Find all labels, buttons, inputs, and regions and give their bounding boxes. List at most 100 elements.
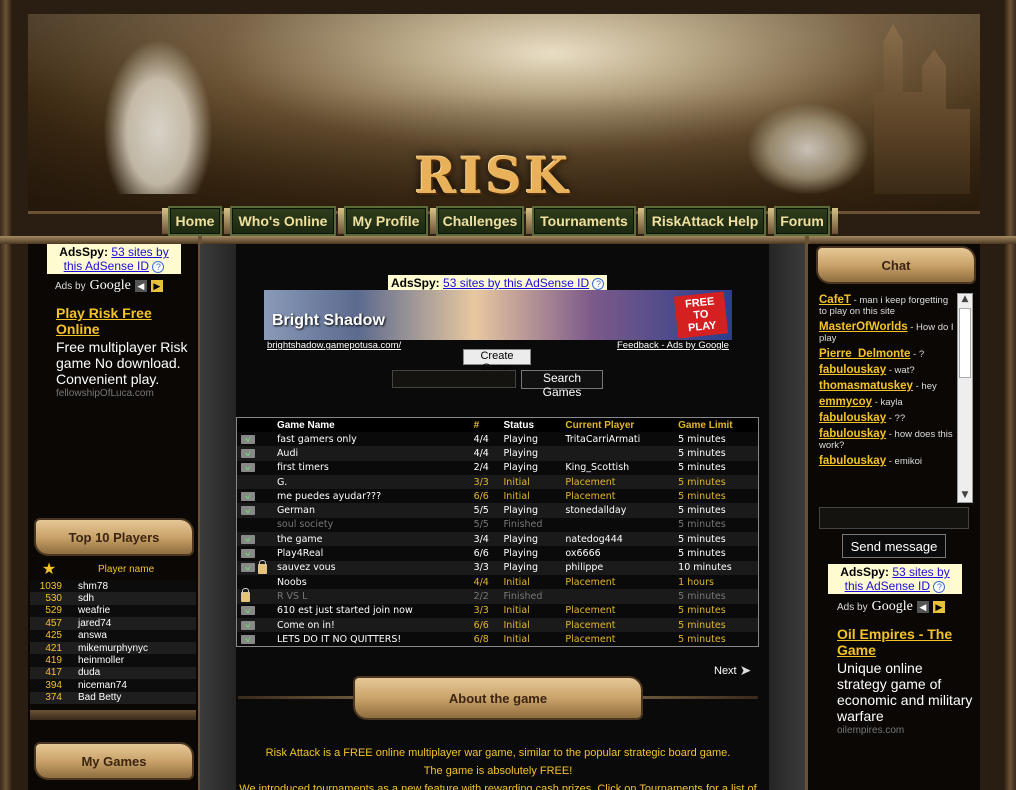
- player-name[interactable]: mikemurphynyc: [68, 643, 148, 654]
- nav-whos-online[interactable]: Who's Online: [230, 206, 336, 236]
- feedback-link[interactable]: Feedback - Ads by Google: [617, 340, 729, 351]
- join-game-icon[interactable]: [241, 549, 255, 559]
- game-name[interactable]: Noobs: [277, 577, 474, 588]
- chat-username[interactable]: emmycoy: [819, 396, 872, 408]
- join-game-icon[interactable]: [241, 606, 255, 616]
- scroll-up-icon[interactable]: ▲: [958, 294, 972, 306]
- left-ad-url[interactable]: fellowshipOfLuca.com: [56, 388, 194, 399]
- join-game-icon[interactable]: [241, 506, 255, 516]
- game-row[interactable]: 610 est just started join now 3/3 Initial P…: [237, 603, 758, 618]
- player-name[interactable]: sdh: [68, 593, 94, 604]
- bright-shadow-banner-ad[interactable]: Bright Shadow FREE TO PLAY: [264, 290, 732, 340]
- game-row[interactable]: Come on in! 6/6 Initial Placement 5 minutes: [237, 617, 758, 633]
- player-name[interactable]: shm78: [68, 581, 108, 592]
- chat-input[interactable]: [819, 507, 969, 529]
- adsspy-link[interactable]: 53 sites by this AdSense ID: [443, 276, 589, 290]
- join-game-icon[interactable]: [241, 620, 255, 630]
- game-name[interactable]: me puedes ayudar???: [277, 491, 474, 502]
- chat-username[interactable]: fabulouskay: [819, 364, 886, 376]
- player-name[interactable]: heinmoller: [68, 655, 124, 666]
- create-game-button[interactable]: Create Game: [463, 349, 531, 374]
- game-name[interactable]: fast gamers only: [277, 434, 474, 445]
- game-row[interactable]: the game 3/4 Playing natedog444 5 minutes: [237, 532, 758, 547]
- game-name[interactable]: sauvez vous: [277, 562, 474, 573]
- chat-username[interactable]: Pierre_Delmonte: [819, 348, 910, 360]
- game-row[interactable]: R VS L 2/2 Finished 5 minutes: [237, 588, 758, 604]
- next-arrow-icon[interactable]: ▶: [932, 601, 945, 613]
- join-game-icon[interactable]: [241, 448, 255, 458]
- player-name[interactable]: answa: [68, 630, 107, 641]
- game-name[interactable]: 610 est just started join now: [277, 605, 474, 616]
- google-logo[interactable]: Google: [872, 599, 913, 615]
- center-ad-url[interactable]: brightshadow.gamepotusa.com/: [267, 340, 401, 351]
- info-icon[interactable]: ?: [933, 581, 946, 593]
- join-game-icon[interactable]: [241, 534, 255, 544]
- chat-scrollbar[interactable]: ▲ ▼: [957, 293, 973, 503]
- game-name[interactable]: R VS L: [277, 591, 474, 602]
- chat-username[interactable]: CafeT: [819, 294, 851, 306]
- game-name[interactable]: Play4Real: [277, 548, 474, 559]
- game-row[interactable]: fast gamers only 4/4 Playing TritaCarriArma…: [237, 432, 758, 447]
- chat-username[interactable]: MasterOfWorlds: [819, 321, 908, 333]
- game-row[interactable]: first timers 2/4 Playing King_Scottish 5 min…: [237, 460, 758, 475]
- game-name[interactable]: German: [277, 505, 474, 516]
- game-row[interactable]: Noobs 4/4 Initial Placement 1 hours: [237, 574, 758, 590]
- join-game-icon[interactable]: [241, 463, 255, 473]
- join-game-icon[interactable]: [241, 434, 255, 444]
- game-name[interactable]: soul society: [277, 519, 474, 530]
- chat-username[interactable]: fabulouskay: [819, 412, 886, 424]
- game-row[interactable]: Play4Real 6/6 Playing ox6666 5 minutes: [237, 546, 758, 561]
- join-game-icon[interactable]: [241, 634, 255, 644]
- info-icon[interactable]: ?: [592, 278, 605, 290]
- nav-forum[interactable]: Forum: [774, 206, 830, 236]
- game-name[interactable]: LETS DO IT NO QUITTERS!: [277, 634, 474, 645]
- player-name[interactable]: Bad Betty: [68, 692, 121, 703]
- player-name[interactable]: duda: [68, 667, 100, 678]
- nav-riskattack-help[interactable]: RiskAttack Help: [644, 206, 766, 236]
- prev-arrow-icon[interactable]: ◀: [916, 601, 929, 613]
- nav-challenges[interactable]: Challenges: [436, 206, 524, 236]
- my-games-title[interactable]: My Games: [36, 744, 192, 778]
- game-name[interactable]: the game: [277, 534, 474, 545]
- player-name[interactable]: weafrie: [68, 605, 110, 616]
- prev-arrow-icon[interactable]: ◀: [134, 280, 147, 292]
- game-row[interactable]: soul society 5/5 Finished 5 minutes: [237, 517, 758, 533]
- game-row[interactable]: G. 3/3 Initial Placement 5 minutes: [237, 474, 758, 490]
- game-name-header[interactable]: Game Name: [277, 420, 474, 431]
- game-row[interactable]: German 5/5 Playing stonedallday 5 minutes: [237, 503, 758, 518]
- game-limit-header[interactable]: Game Limit: [678, 420, 758, 431]
- game-name[interactable]: first timers: [277, 462, 474, 473]
- status-header[interactable]: Status: [504, 420, 566, 431]
- game-row[interactable]: Audi 4/4 Playing 5 minutes: [237, 446, 758, 461]
- google-logo[interactable]: Google: [90, 278, 131, 294]
- join-game-icon[interactable]: [241, 491, 255, 501]
- info-icon[interactable]: ?: [152, 261, 165, 273]
- nav-my-profile[interactable]: My Profile: [344, 206, 428, 236]
- game-row[interactable]: LETS DO IT NO QUITTERS! 6/8 Initial Placeme…: [237, 632, 758, 647]
- game-name[interactable]: G.: [277, 477, 474, 488]
- player-name[interactable]: niceman74: [68, 680, 127, 691]
- game-row[interactable]: sauvez vous 3/3 Playing philippe 10 minutes: [237, 559, 758, 575]
- search-games-button[interactable]: Search Games: [521, 370, 603, 399]
- current-player-header[interactable]: Current Player: [565, 420, 678, 431]
- player-name[interactable]: jared74: [68, 618, 111, 629]
- join-game-icon[interactable]: [241, 563, 255, 573]
- chat-username[interactable]: thomasmatuskey: [819, 380, 913, 392]
- count-header[interactable]: #: [474, 420, 504, 431]
- left-ad-title[interactable]: Play Risk Free Online: [56, 305, 194, 337]
- search-games-input[interactable]: [392, 370, 516, 388]
- nav-home[interactable]: Home: [168, 206, 222, 236]
- scroll-down-icon[interactable]: ▼: [958, 490, 972, 502]
- send-message-button[interactable]: Send message: [842, 534, 946, 558]
- chat-username[interactable]: fabulouskay: [819, 455, 886, 467]
- game-row[interactable]: me puedes ayudar??? 6/6 Initial Placement 5 …: [237, 489, 758, 504]
- game-name[interactable]: Come on in!: [277, 620, 474, 631]
- game-name[interactable]: Audi: [277, 448, 474, 459]
- right-ad-url[interactable]: oilempires.com: [837, 725, 973, 736]
- next-page-link[interactable]: Next ➤: [714, 662, 751, 679]
- right-ad-title[interactable]: Oil Empires - The Game: [837, 626, 973, 658]
- next-arrow-icon[interactable]: ▶: [150, 280, 163, 292]
- scroll-thumb[interactable]: [959, 308, 971, 378]
- nav-tournaments[interactable]: Tournaments: [532, 206, 636, 236]
- chat-username[interactable]: fabulouskay: [819, 428, 886, 440]
